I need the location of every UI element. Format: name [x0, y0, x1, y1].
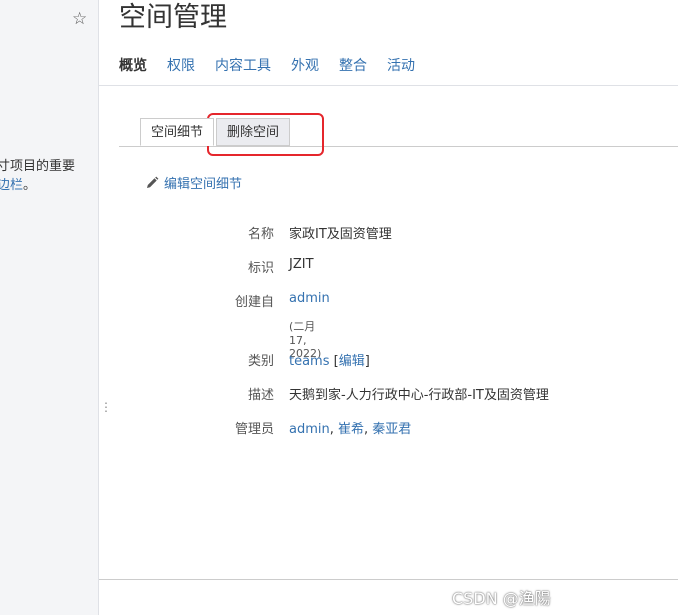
sidebar-text-suffix: 。	[23, 178, 37, 193]
creator-label: 创建自	[234, 295, 274, 310]
pencil-icon	[147, 176, 159, 188]
admin-nav: 概览 权限 内容工具 外观 整合 活动	[119, 56, 435, 76]
admin-link[interactable]: admin	[289, 422, 330, 437]
creator-link[interactable]: admin	[289, 291, 330, 306]
star-icon[interactable]: ☆	[72, 9, 87, 29]
description-value: 天鹅到家-人力行政中心-行政部-IT及固资管理	[289, 388, 549, 403]
creator-value-row: admin	[289, 291, 330, 306]
key-value: JZIT	[289, 257, 314, 272]
header-divider	[99, 85, 678, 86]
nav-integrations[interactable]: 整合	[339, 56, 367, 76]
admins-value-row: admin, 崔希, 秦亚君	[289, 422, 412, 437]
tab-space-details[interactable]: 空间细节	[140, 118, 215, 146]
category-edit-link[interactable]: 编辑	[339, 354, 365, 369]
category-link[interactable]: teams	[289, 354, 330, 369]
nav-activity[interactable]: 活动	[387, 56, 415, 76]
name-label: 名称	[247, 227, 274, 242]
admin-link[interactable]: 崔希	[338, 422, 364, 437]
edit-space-details-label: 编辑空间细节	[164, 177, 243, 192]
footer-divider	[99, 579, 678, 580]
nav-content-tools[interactable]: 内容工具	[215, 56, 271, 76]
sidebar-text-line2: 边栏。	[0, 176, 75, 195]
page-title: 空间管理	[119, 2, 227, 33]
description-label: 描述	[247, 388, 274, 403]
edit-space-details-link[interactable]: 编辑空间细节	[145, 173, 242, 192]
sidebar-text: 寸项目的重要 边栏。	[0, 157, 75, 195]
sidebar: ☆ 寸项目的重要 边栏。	[0, 0, 99, 615]
admins-label: 管理员	[234, 422, 274, 437]
watermark: CSDN @渔陽	[452, 589, 551, 608]
highlight-annotation	[207, 113, 324, 156]
name-value: 家政IT及固资管理	[289, 227, 392, 242]
category-label: 类别	[247, 354, 274, 369]
nav-look-and-feel[interactable]: 外观	[291, 56, 319, 76]
admin-link[interactable]: 秦亚君	[372, 422, 411, 437]
key-label: 标识	[247, 261, 274, 276]
sidebar-text-line1: 寸项目的重要	[0, 159, 76, 174]
main-content: 空间管理 概览 权限 内容工具 外观 整合 活动 空间细节 删除空间 编辑空间细…	[99, 0, 678, 615]
category-value-row: teams [编辑]	[289, 354, 370, 369]
sidebar-link[interactable]: 边栏	[0, 178, 23, 193]
nav-overview[interactable]: 概览	[119, 56, 147, 76]
nav-permissions[interactable]: 权限	[167, 56, 195, 76]
